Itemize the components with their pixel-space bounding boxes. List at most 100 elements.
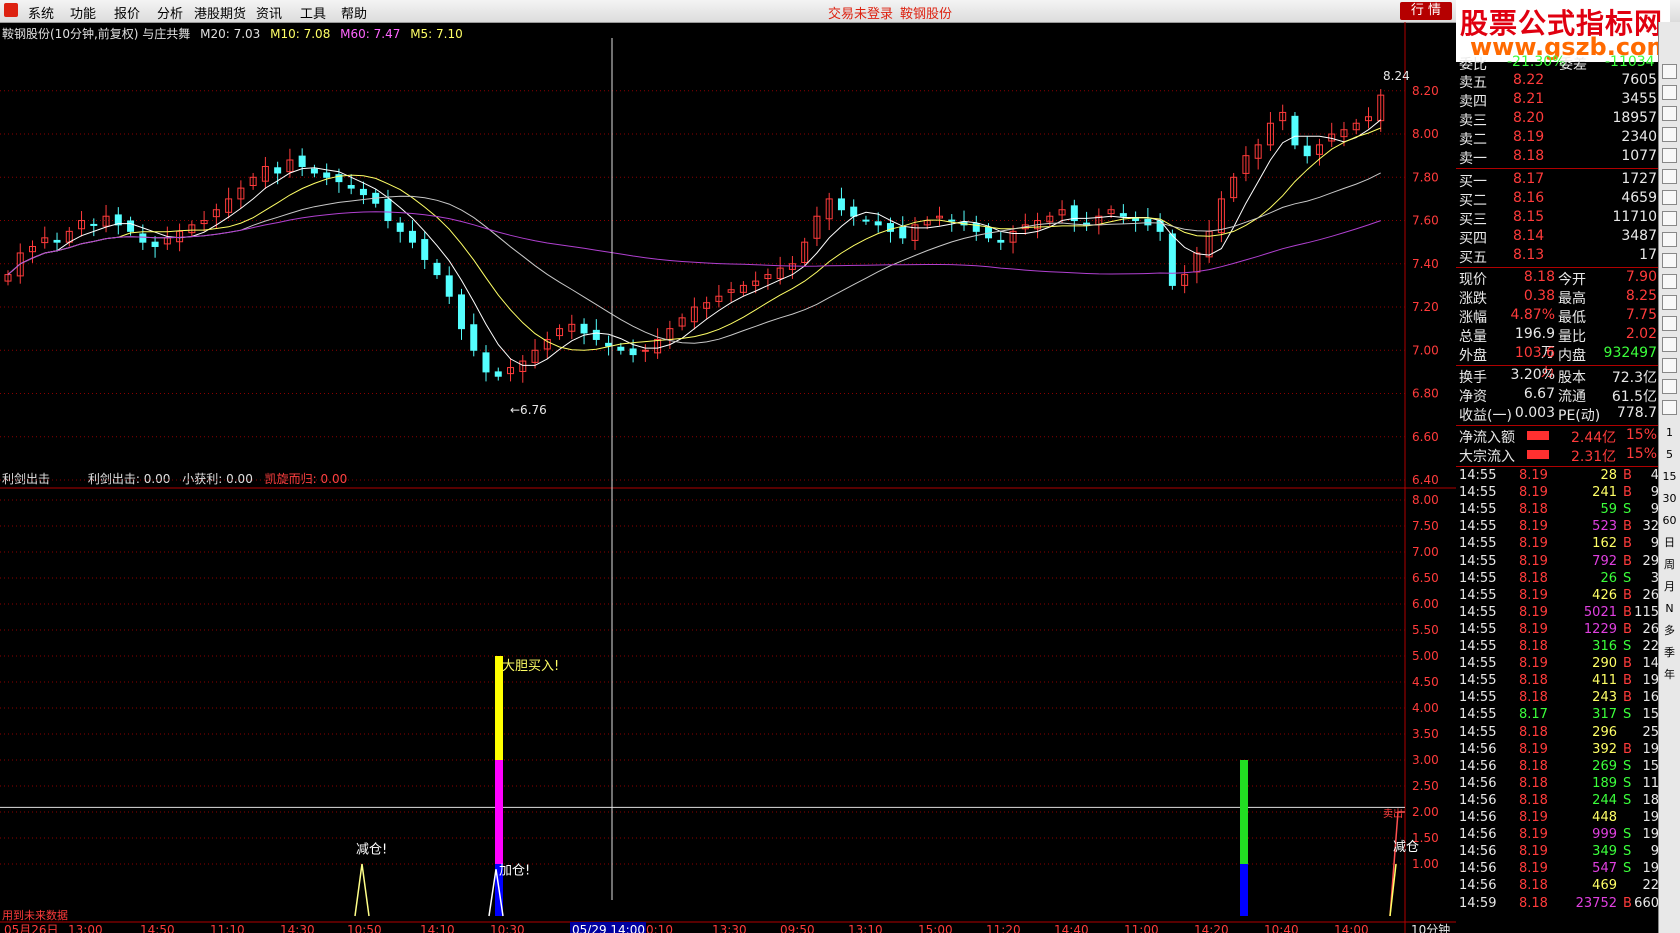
menu-system[interactable]: 系统 bbox=[28, 3, 54, 22]
f10-icon[interactable] bbox=[1662, 169, 1677, 184]
login-status[interactable]: 交易未登录 bbox=[828, 3, 893, 22]
tick-row: 14:56 8.19 547 S 19 bbox=[1459, 861, 1659, 879]
chart-area[interactable]: 6.40 6.60 6.80 7.00 7.20 7.40 7.60 7.80 8.00 8.20… bbox=[0, 22, 1460, 933]
ask-row[interactable]: 卖二 8.19 2340 bbox=[1459, 129, 1657, 148]
candle-body bbox=[90, 223, 98, 226]
period-button-3[interactable]: 30 bbox=[1662, 491, 1677, 506]
tick-count: 19 bbox=[1642, 827, 1659, 843]
compare-icon[interactable] bbox=[1662, 253, 1677, 268]
add-position-label: 加仓! bbox=[499, 863, 530, 878]
menu-analysis[interactable]: 分析 bbox=[157, 3, 183, 22]
tick-row: 14:55 8.19 241 B 9 bbox=[1459, 485, 1659, 503]
ask-row[interactable]: 卖五 8.22 7605 bbox=[1459, 72, 1657, 91]
tick-volume: 26 bbox=[1600, 570, 1617, 586]
x-tick-label: 14:20 bbox=[1194, 923, 1229, 933]
ind-y-tick-label: 7.50 bbox=[1412, 519, 1439, 533]
stat-value-left: 3.20% bbox=[1510, 367, 1555, 383]
tick-count: 14 bbox=[1642, 656, 1659, 672]
menu-quote[interactable]: 报价 bbox=[114, 3, 140, 22]
candle-body bbox=[384, 198, 392, 222]
bid-row[interactable]: 买一 8.17 1727 bbox=[1459, 171, 1657, 190]
x-tick-label: 14:40 bbox=[1054, 923, 1089, 933]
period-button-8[interactable]: N bbox=[1662, 601, 1677, 616]
order-ratio-value: -21.30% bbox=[1507, 54, 1566, 70]
period-button-6[interactable]: 周 bbox=[1662, 557, 1677, 572]
candle-body bbox=[53, 239, 61, 243]
candle-body bbox=[1291, 115, 1299, 146]
bid-row[interactable]: 买四 8.14 3487 bbox=[1459, 228, 1657, 247]
signal-bar-green bbox=[1240, 760, 1248, 864]
bid-price: 8.17 bbox=[1513, 171, 1545, 187]
stat-row: 现价 8.18 今开 7.90 bbox=[1459, 269, 1657, 288]
tick-side: B bbox=[1623, 690, 1632, 706]
menu-tools[interactable]: 工具 bbox=[300, 3, 326, 22]
menu-help[interactable]: 帮助 bbox=[341, 3, 367, 22]
tick-row: 14:55 8.18 316 S 22 bbox=[1459, 639, 1659, 657]
tick-price: 8.17 bbox=[1519, 707, 1548, 723]
x-tick-label: 09:50 bbox=[780, 923, 815, 933]
period-button-7[interactable]: 月 bbox=[1662, 579, 1677, 594]
period-button-11[interactable]: 年 bbox=[1662, 667, 1677, 682]
ask-row[interactable]: 卖四 8.21 3455 bbox=[1459, 91, 1657, 110]
doc-icon[interactable] bbox=[1662, 211, 1677, 226]
close-icon[interactable] bbox=[1662, 64, 1677, 79]
move-icon[interactable] bbox=[1662, 337, 1677, 352]
menu-hk-futures[interactable]: 港股期货 bbox=[194, 3, 246, 22]
tick-row: 14:55 8.18 243 B 16 bbox=[1459, 690, 1659, 708]
candle-body bbox=[359, 188, 367, 196]
ask-price: 8.21 bbox=[1513, 91, 1545, 107]
ind-y-tick-label: 7.00 bbox=[1412, 545, 1439, 559]
pencil-icon[interactable] bbox=[1662, 358, 1677, 373]
menu-function[interactable]: 功能 bbox=[70, 3, 96, 22]
tick-volume: 448 bbox=[1592, 810, 1617, 825]
stat-label-left: 换手 bbox=[1459, 370, 1487, 386]
wave-icon[interactable] bbox=[1662, 295, 1677, 310]
period-button-9[interactable]: 多 bbox=[1662, 623, 1677, 638]
tick-volume: 296 bbox=[1592, 724, 1617, 740]
bid-row[interactable]: 买五 8.13 17 bbox=[1459, 247, 1657, 266]
quote-button[interactable]: 行 情 bbox=[1400, 2, 1452, 20]
tick-time: 14:56 bbox=[1459, 792, 1497, 808]
candle-body bbox=[592, 329, 600, 340]
ask-row[interactable]: 卖三 8.20 18957 bbox=[1459, 110, 1657, 129]
circle-icon[interactable] bbox=[1662, 274, 1677, 289]
fs-icon[interactable] bbox=[1662, 379, 1677, 394]
tick-volume: 290 bbox=[1592, 656, 1617, 672]
period-button-4[interactable]: 60 bbox=[1662, 513, 1677, 528]
tick-time: 14:56 bbox=[1459, 758, 1497, 774]
bid-volume: 4659 bbox=[1621, 190, 1657, 206]
reduce-position-label-2: 减仓 bbox=[1393, 840, 1419, 855]
period-button-2[interactable]: 15 bbox=[1662, 469, 1677, 484]
down-arrow-icon[interactable] bbox=[1662, 85, 1677, 100]
rsi-icon[interactable] bbox=[1662, 316, 1677, 331]
bid-row[interactable]: 买三 8.15 11710 bbox=[1459, 209, 1657, 228]
period-button-10[interactable]: 季 bbox=[1662, 645, 1677, 660]
flow-percent: 15% bbox=[1625, 427, 1657, 443]
stat-value-left: 0.003 bbox=[1514, 405, 1555, 421]
period-button-5[interactable]: 日 bbox=[1662, 535, 1677, 550]
tick-price: 8.18 bbox=[1519, 792, 1548, 808]
app-logo-icon[interactable] bbox=[4, 3, 18, 17]
list-icon[interactable] bbox=[1662, 127, 1677, 142]
bid-row[interactable]: 买二 8.16 4659 bbox=[1459, 190, 1657, 209]
bold-buy-label: 大胆买入! bbox=[502, 659, 559, 674]
stat-value-right: 72.3亿 bbox=[1611, 370, 1657, 386]
tick-count: 19 bbox=[1642, 861, 1659, 877]
f2-icon[interactable] bbox=[1662, 232, 1677, 247]
stat-value-left: 8.18 bbox=[1523, 269, 1555, 285]
menu-news[interactable]: 资讯 bbox=[256, 3, 282, 22]
grid-icon[interactable] bbox=[1662, 148, 1677, 163]
tick-side: S bbox=[1623, 707, 1632, 723]
green-icon[interactable] bbox=[1662, 400, 1677, 415]
crosshair-date-label: 05/29 14:00 bbox=[572, 923, 645, 933]
period-button-0[interactable]: 1 bbox=[1662, 425, 1677, 440]
stat-value-right: 2.02 bbox=[1625, 326, 1657, 342]
period-button-1[interactable]: 5 bbox=[1662, 447, 1677, 462]
chart-icon[interactable] bbox=[1662, 106, 1677, 121]
tick-count: 660 bbox=[1634, 895, 1659, 911]
ask-row[interactable]: 卖一 8.18 1077 bbox=[1459, 148, 1657, 167]
tick-count: 22 bbox=[1642, 639, 1659, 654]
bar-icon[interactable] bbox=[1662, 190, 1677, 205]
tick-volume: 547 bbox=[1592, 861, 1617, 877]
stat-label-right: 量比 bbox=[1558, 329, 1586, 345]
